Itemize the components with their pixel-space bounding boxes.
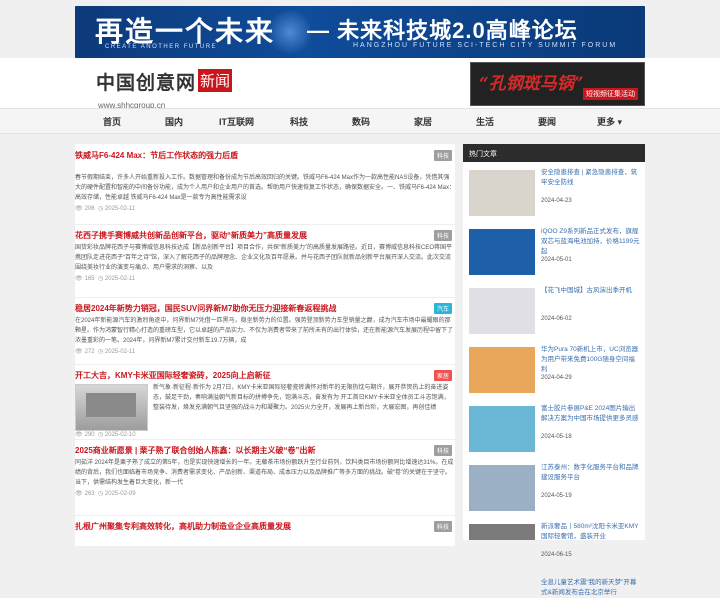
nav-item-home-living[interactable]: 家居 <box>414 115 432 128</box>
nav-item-home[interactable]: 首页 <box>103 115 121 128</box>
eye-icon: 👁 <box>75 276 83 282</box>
sidebar-thumbnail[interactable] <box>469 229 535 275</box>
sidebar-article-title[interactable]: iQOO Z9系列新品正式发布，旗舰双芯与蓝海电池加持，价格1199元起 <box>541 227 641 257</box>
site-logo[interactable]: 中国创意网 新闻 www.shhcgroup.cn <box>96 68 233 113</box>
list-item: 稳居2024年新势力销冠，国民SUV问界新M7助你无压力迎接新春返程挑战 汽车 … <box>75 298 455 364</box>
clock-icon: ◷ <box>97 276 104 282</box>
sidebar-article-title[interactable]: 新派奢品丨580m²沈阳卡米亚KMY国际轻奢馆，盛装开业 <box>541 522 641 542</box>
sidebar-article-title[interactable]: 安全隐患排查 | 紧急隐患排查，筑牢安全防线 <box>541 168 641 188</box>
article-meta: 👁 290 ◷ 2025-02-10 <box>75 431 136 438</box>
article-excerpt: 国货彩妆品牌花西子与赛博威信息科技达成【新品创新平台】项目合作，共探“新质美力”… <box>75 245 453 271</box>
list-item: 2025商业新愿景 | 栗子熟了联合创始人陈鑫：以长期主义破“卷”出新 科技 同… <box>75 440 455 515</box>
clock-icon: ◷ <box>97 491 104 497</box>
category-tag[interactable]: 科技 <box>433 150 452 161</box>
article-title[interactable]: 花西子携手赛博威共创新品创新平台，驱动“新质美力”高质量发展 <box>75 225 455 241</box>
logo-news-tag: 新闻 <box>198 69 233 92</box>
sidebar-thumbnail[interactable] <box>469 288 535 334</box>
sidebar-article-date: 2024-04-29 <box>541 375 572 381</box>
thumbnail-building-icon <box>86 393 136 417</box>
clock-icon: ◷ <box>97 432 104 438</box>
category-tag[interactable]: 科技 <box>433 521 452 532</box>
main-nav: 首页 国内 IT互联网 科技 数码 家居 生活 要闻 更多 ▾ <box>0 108 720 134</box>
article-date: 2025-02-11 <box>104 276 136 282</box>
article-excerpt: 新气象·新征程·新作为 2月7日，KMY卡米亚国际轻奢瓷砖满怀对新年的无限热忱与… <box>153 385 450 411</box>
article-excerpt: 同茹洋 2024年是栗子熟了成立的第5年，也是实现快速增长的一年。无藤茶市场份额… <box>75 460 454 486</box>
banner-right-title: — 未来科技城2.0高峰论坛 <box>307 18 578 43</box>
view-count: 272 <box>84 349 95 355</box>
top-banner-ad[interactable]: 再造一个未来 CREATE ANOTHER FUTURE — 未来科技城2.0高… <box>75 6 645 58</box>
sidebar-article-date: 2024-05-01 <box>541 257 572 263</box>
view-count: 290 <box>84 432 95 438</box>
article-meta: 👁 272 ◷ 2025-02-11 <box>75 348 455 355</box>
sidebar-article-title[interactable]: 全息儿童艺术震“我的新天梦”开幕式&新闻发布会在北京举行 <box>541 578 641 598</box>
nav-item-tech[interactable]: 科技 <box>290 115 308 128</box>
sidebar-thumbnail[interactable] <box>469 347 535 393</box>
sidebar-thumbnail[interactable] <box>469 524 535 540</box>
banner-right-subtitle: HANGZHOU FUTURE SCI-TECH CITY SUMMIT FOR… <box>353 42 618 49</box>
eye-icon: 👁 <box>75 491 83 497</box>
hot-articles-sidebar: 热门文章 安全隐患排查 | 紧急隐患排查，筑牢安全防线 2024-04-23 iQO… <box>463 144 645 596</box>
nav-item-more[interactable]: 更多 ▾ <box>597 115 622 128</box>
sidebar-article-title[interactable]: 江苏泰州：数字化服务平台和品牌建设服务平台 <box>541 463 641 483</box>
eye-icon: 👁 <box>75 206 83 212</box>
sidebar-article-title[interactable]: 富士胶片参展P&E 2024图片输出解决方案为中国市场提供更多灵感 <box>541 404 641 424</box>
nav-item-it[interactable]: IT互联网 <box>219 115 254 128</box>
article-excerpt: 春节假期结束，许多人开始重新投入工作。数据管理和备份成为节后高效回归的关键。铁威… <box>75 175 456 201</box>
site-header: 中国创意网 新闻 www.shhcgroup.cn “孔钢斑马锅” 短视频征集活动 <box>0 58 720 110</box>
sidebar-article-title[interactable]: 【花飞中国城】古风演出季开机 <box>541 286 641 296</box>
nav-item-life[interactable]: 生活 <box>476 115 494 128</box>
article-title[interactable]: 铁威马F6-424 Max：节后工作状态的强力后盾 <box>75 144 455 161</box>
list-item: 花西子携手赛博威共创新品创新平台，驱动“新质美力”高质量发展 科技 国货彩妆品牌… <box>75 225 455 297</box>
article-date: 2025-02-10 <box>104 432 136 438</box>
banner-left-subtitle: CREATE ANOTHER FUTURE <box>105 44 218 50</box>
nav-item-digital[interactable]: 数码 <box>352 115 370 128</box>
sidebar-thumbnail[interactable] <box>469 465 535 511</box>
eye-icon: 👁 <box>75 349 83 355</box>
sidebar-thumbnail[interactable] <box>469 406 535 452</box>
sidebar-thumbnail[interactable] <box>469 170 535 216</box>
article-meta: 👁 165 ◷ 2025-02-11 <box>75 275 455 282</box>
logo-main-text: 中国创意网 <box>96 72 197 94</box>
sidebar-article-date: 2024-04-23 <box>541 198 572 204</box>
banner-glow <box>270 6 310 58</box>
list-item: 扎根广州聚集专利高效转化，高机助力制造业企业高质量发展 科技 <box>75 516 455 546</box>
nav-item-domestic[interactable]: 国内 <box>165 115 183 128</box>
header-ad-subtitle: 短视频征集活动 <box>583 88 638 100</box>
sidebar-article-date: 2024-06-02 <box>541 316 572 322</box>
article-meta: 👁 263 ◷ 2025-02-09 <box>75 490 455 497</box>
article-list: 铁威马F6-424 Max：节后工作状态的强力后盾 科技 春节假期结束，许多人开… <box>75 144 455 546</box>
sidebar-article-date: 2024-05-19 <box>541 493 572 499</box>
clock-icon: ◷ <box>97 206 104 212</box>
article-meta: 👁 206 ◷ 2025-02-11 <box>75 205 455 212</box>
clock-icon: ◷ <box>97 349 104 355</box>
article-date: 2025-02-09 <box>104 491 136 497</box>
article-date: 2025-02-11 <box>104 349 136 355</box>
category-tag[interactable]: 科技 <box>433 230 452 241</box>
category-tag[interactable]: 汽车 <box>433 303 452 314</box>
list-item: 铁威马F6-424 Max：节后工作状态的强力后盾 科技 春节假期结束，许多人开… <box>75 144 455 224</box>
sidebar-article-date: 2024-05-18 <box>541 434 572 440</box>
article-thumbnail[interactable] <box>75 384 148 431</box>
view-count: 263 <box>84 491 95 497</box>
nav-item-headlines[interactable]: 要闻 <box>538 115 556 128</box>
article-title[interactable]: 2025商业新愿景 | 栗子熟了联合创始人陈鑫：以长期主义破“卷”出新 <box>75 440 455 456</box>
article-title[interactable]: 扎根广州聚集专利高效转化，高机助力制造业企业高质量发展 <box>75 516 455 532</box>
view-count: 165 <box>84 276 95 282</box>
sidebar-article-title[interactable]: 华为Pura 70新机上市，UC浏览器为用户带来免费100G随身空间福利 <box>541 345 641 375</box>
header-ad-title: “孔钢斑马锅” <box>479 74 584 94</box>
article-date: 2025-02-11 <box>104 206 136 212</box>
article-title[interactable]: 稳居2024年新势力销冠，国民SUV问界新M7助你无压力迎接新春返程挑战 <box>75 298 455 314</box>
article-title[interactable]: 开工大吉，KMY卡米亚国际轻奢瓷砖，2025向上启新征 <box>75 365 455 381</box>
header-ad[interactable]: “孔钢斑马锅” 短视频征集活动 <box>470 62 645 106</box>
sidebar-header: 热门文章 <box>463 144 645 162</box>
view-count: 206 <box>84 206 95 212</box>
category-tag[interactable]: 科技 <box>433 445 452 456</box>
category-tag[interactable]: 家居 <box>433 370 452 381</box>
eye-icon: 👁 <box>75 432 83 438</box>
list-item: 开工大吉，KMY卡米亚国际轻奢瓷砖，2025向上启新征 家居 新气象·新征程·新… <box>75 365 455 439</box>
sidebar-article-date: 2024-06-15 <box>541 552 572 558</box>
article-excerpt: 在2024年新能源汽车的激烈角逐中，问界新M7凭借一匹黑马，稳坐新势力的位置。强… <box>75 318 454 344</box>
